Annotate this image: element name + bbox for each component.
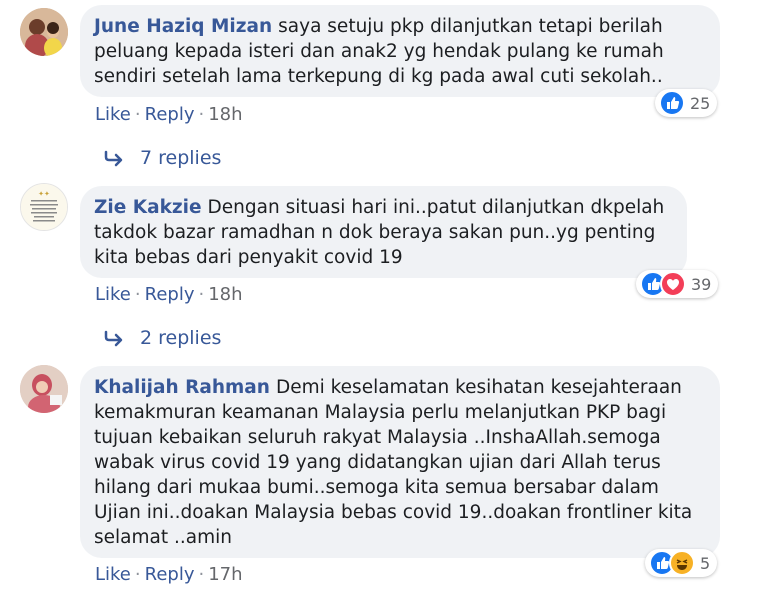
reply-arrow-icon: [104, 330, 123, 347]
like-button[interactable]: Like: [95, 104, 131, 125]
avatar[interactable]: [20, 365, 68, 413]
love-icon: [660, 271, 686, 297]
timestamp[interactable]: 18h: [208, 284, 242, 305]
separator-dot: ·: [134, 564, 141, 585]
comment-text: Demi keselamatan kesihatan kesejahteraan…: [94, 377, 693, 548]
replies-label: 7 replies: [140, 147, 222, 169]
separator-dot: ·: [134, 104, 141, 125]
comment-author[interactable]: Zie Kakzie: [94, 197, 202, 218]
user-photo-icon: [20, 8, 68, 56]
svg-text:✦✦: ✦✦: [38, 190, 50, 198]
view-replies-button[interactable]: 2 replies: [104, 327, 221, 349]
avatar[interactable]: ✦✦: [20, 183, 68, 231]
comment-actions: Like · Reply · 18h: [95, 284, 243, 305]
replies-label: 2 replies: [140, 327, 222, 349]
comment-actions: Like · Reply · 18h: [95, 104, 243, 125]
view-replies-button[interactable]: 7 replies: [104, 147, 221, 169]
reaction-count: 39: [691, 274, 712, 294]
comment-actions: Like · Reply · 17h: [95, 564, 243, 585]
avatar[interactable]: [20, 8, 68, 56]
like-icon: [659, 90, 685, 116]
reactions-summary[interactable]: 5: [645, 549, 718, 577]
reaction-count: 25: [690, 93, 711, 113]
comment-author[interactable]: Khalijah Rahman: [94, 377, 270, 398]
reactions-summary[interactable]: 39: [636, 270, 719, 298]
reaction-count: 5: [700, 553, 711, 573]
user-photo-icon: [20, 365, 68, 413]
reply-button[interactable]: Reply: [145, 564, 195, 585]
like-button[interactable]: Like: [95, 564, 131, 585]
separator-dot: ·: [134, 284, 141, 305]
comment-author[interactable]: June Haziq Mizan: [94, 16, 272, 37]
separator-dot: ·: [198, 104, 205, 125]
timestamp[interactable]: 17h: [208, 564, 242, 585]
reply-arrow-icon: [104, 150, 123, 167]
like-button[interactable]: Like: [95, 284, 131, 305]
comment-bubble: June Haziq Mizan saya setuju pkp dilanjut…: [80, 5, 720, 97]
separator-dot: ·: [198, 564, 205, 585]
reply-button[interactable]: Reply: [145, 284, 195, 305]
comment-bubble: Khalijah Rahman Demi keselamatan kesihata…: [80, 366, 720, 558]
comments-section: June Haziq Mizan saya setuju pkp dilanjut…: [0, 0, 770, 590]
reply-button[interactable]: Reply: [145, 104, 195, 125]
quote-image-icon: ✦✦: [21, 184, 67, 230]
separator-dot: ·: [198, 284, 205, 305]
haha-icon: [669, 550, 695, 576]
timestamp[interactable]: 18h: [208, 104, 242, 125]
comment-bubble: Zie Kakzie Dengan situasi hari ini..patut…: [80, 186, 687, 278]
reactions-summary[interactable]: 25: [655, 89, 718, 117]
